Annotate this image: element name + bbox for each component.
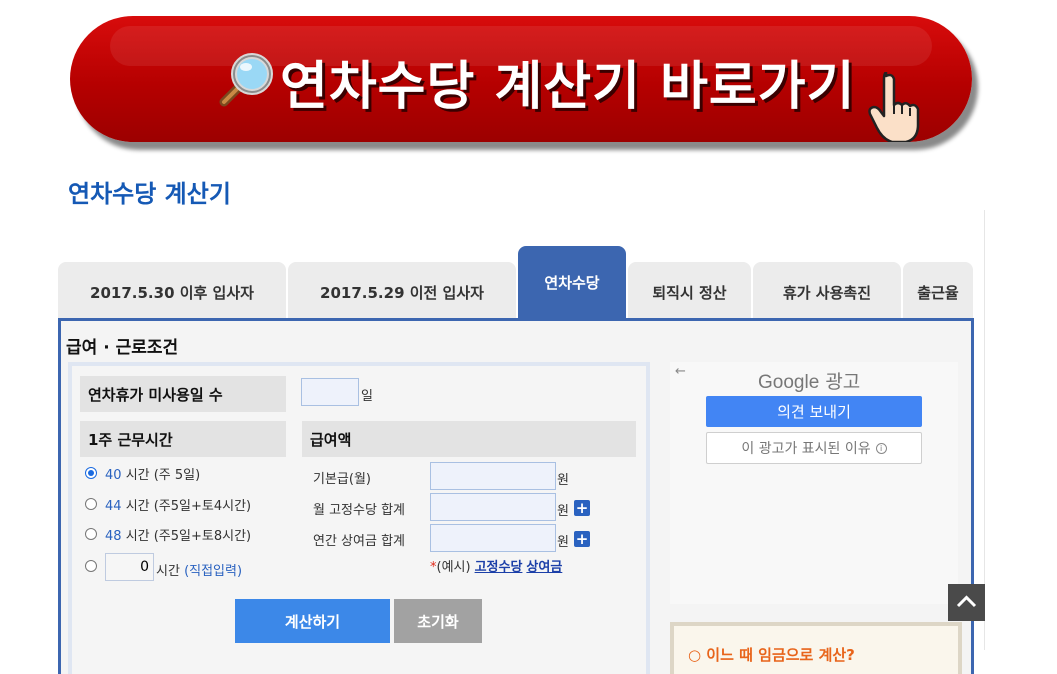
example-links: *(예시) 고정수당 상여금 <box>430 560 563 575</box>
weekly-hours-40-option[interactable]: 40 시간 (주 5일) <box>105 464 200 483</box>
base-salary-input[interactable] <box>430 462 556 490</box>
fixed-allowance-example-link[interactable]: 고정수당 <box>475 560 523 575</box>
annual-bonus-input[interactable] <box>430 524 556 552</box>
tab-attendance-rate[interactable]: 출근율 <box>903 262 973 318</box>
reset-button[interactable]: 초기화 <box>394 599 482 643</box>
pointing-hand-icon <box>868 72 920 142</box>
unused-days-label: 연차휴가 미사용일 수 <box>80 376 286 412</box>
ad-feedback-button[interactable]: 의견 보내기 <box>706 396 922 427</box>
weekly-hours-48-option[interactable]: 48 시간 (주5일+토8시간) <box>105 525 251 544</box>
section-heading: 급여 · 근로조건 <box>66 338 179 358</box>
annual-bonus-label: 연간 상여금 합계 <box>313 534 405 549</box>
ad-back-arrow-icon[interactable]: ← <box>675 364 686 379</box>
banner-text[interactable]: 연차수당 계산기 바로가기 <box>280 44 855 119</box>
magnifier-icon <box>219 53 273 107</box>
weekly-hours-40-radio[interactable] <box>85 467 97 479</box>
unused-days-input[interactable] <box>301 378 359 406</box>
fixed-allowance-label: 월 고정수당 합계 <box>313 503 405 518</box>
custom-hours-label: 시간 (직접입력) <box>156 564 243 579</box>
fixed-allowance-plus-icon[interactable]: + <box>574 500 590 516</box>
base-salary-unit: 원 <box>557 473 569 488</box>
ad-title: Google 광고 <box>758 371 861 393</box>
tab-annual-leave-pay[interactable]: 연차수당 <box>518 246 626 318</box>
tab-leave-promotion[interactable]: 휴가 사용촉진 <box>753 262 901 318</box>
salary-label: 급여액 <box>302 421 636 457</box>
bonus-example-link[interactable]: 상여금 <box>526 560 562 575</box>
fixed-allowance-unit: 원 <box>557 504 569 519</box>
weekly-hours-44-radio[interactable] <box>85 498 97 510</box>
custom-hours-input[interactable] <box>105 553 154 581</box>
chevron-up-icon <box>956 595 977 608</box>
annual-bonus-unit: 원 <box>557 535 569 550</box>
scroll-to-top-button[interactable] <box>948 584 985 621</box>
info-icon: i <box>875 442 887 454</box>
weekly-hours-48-radio[interactable] <box>85 528 97 540</box>
calculate-button[interactable]: 계산하기 <box>235 599 390 643</box>
tab-retirement-settlement[interactable]: 퇴직시 정산 <box>628 262 751 318</box>
weekly-hours-44-option[interactable]: 44 시간 (주5일+토4시간) <box>105 495 251 514</box>
ad-why-button[interactable]: 이 광고가 표시된 이유 i <box>706 432 922 464</box>
tab-before-2017-5-29[interactable]: 2017.5.29 이전 입사자 <box>288 262 516 318</box>
page-title: 연차수당 계산기 <box>68 180 231 208</box>
info-box-text: ○ 이느 때 임금으로 계산? <box>688 646 855 664</box>
fixed-allowance-input[interactable] <box>430 493 556 521</box>
base-salary-label: 기본급(월) <box>313 472 371 487</box>
tab-after-2017-5-30[interactable]: 2017.5.30 이후 입사자 <box>58 262 286 318</box>
weekly-hours-custom-radio[interactable] <box>85 560 97 572</box>
annual-bonus-plus-icon[interactable]: + <box>574 531 590 547</box>
info-box: ○ 이느 때 임금으로 계산? <box>670 622 962 674</box>
weekly-hours-label: 1주 근무시간 <box>80 421 286 457</box>
unused-days-unit: 일 <box>361 389 373 404</box>
